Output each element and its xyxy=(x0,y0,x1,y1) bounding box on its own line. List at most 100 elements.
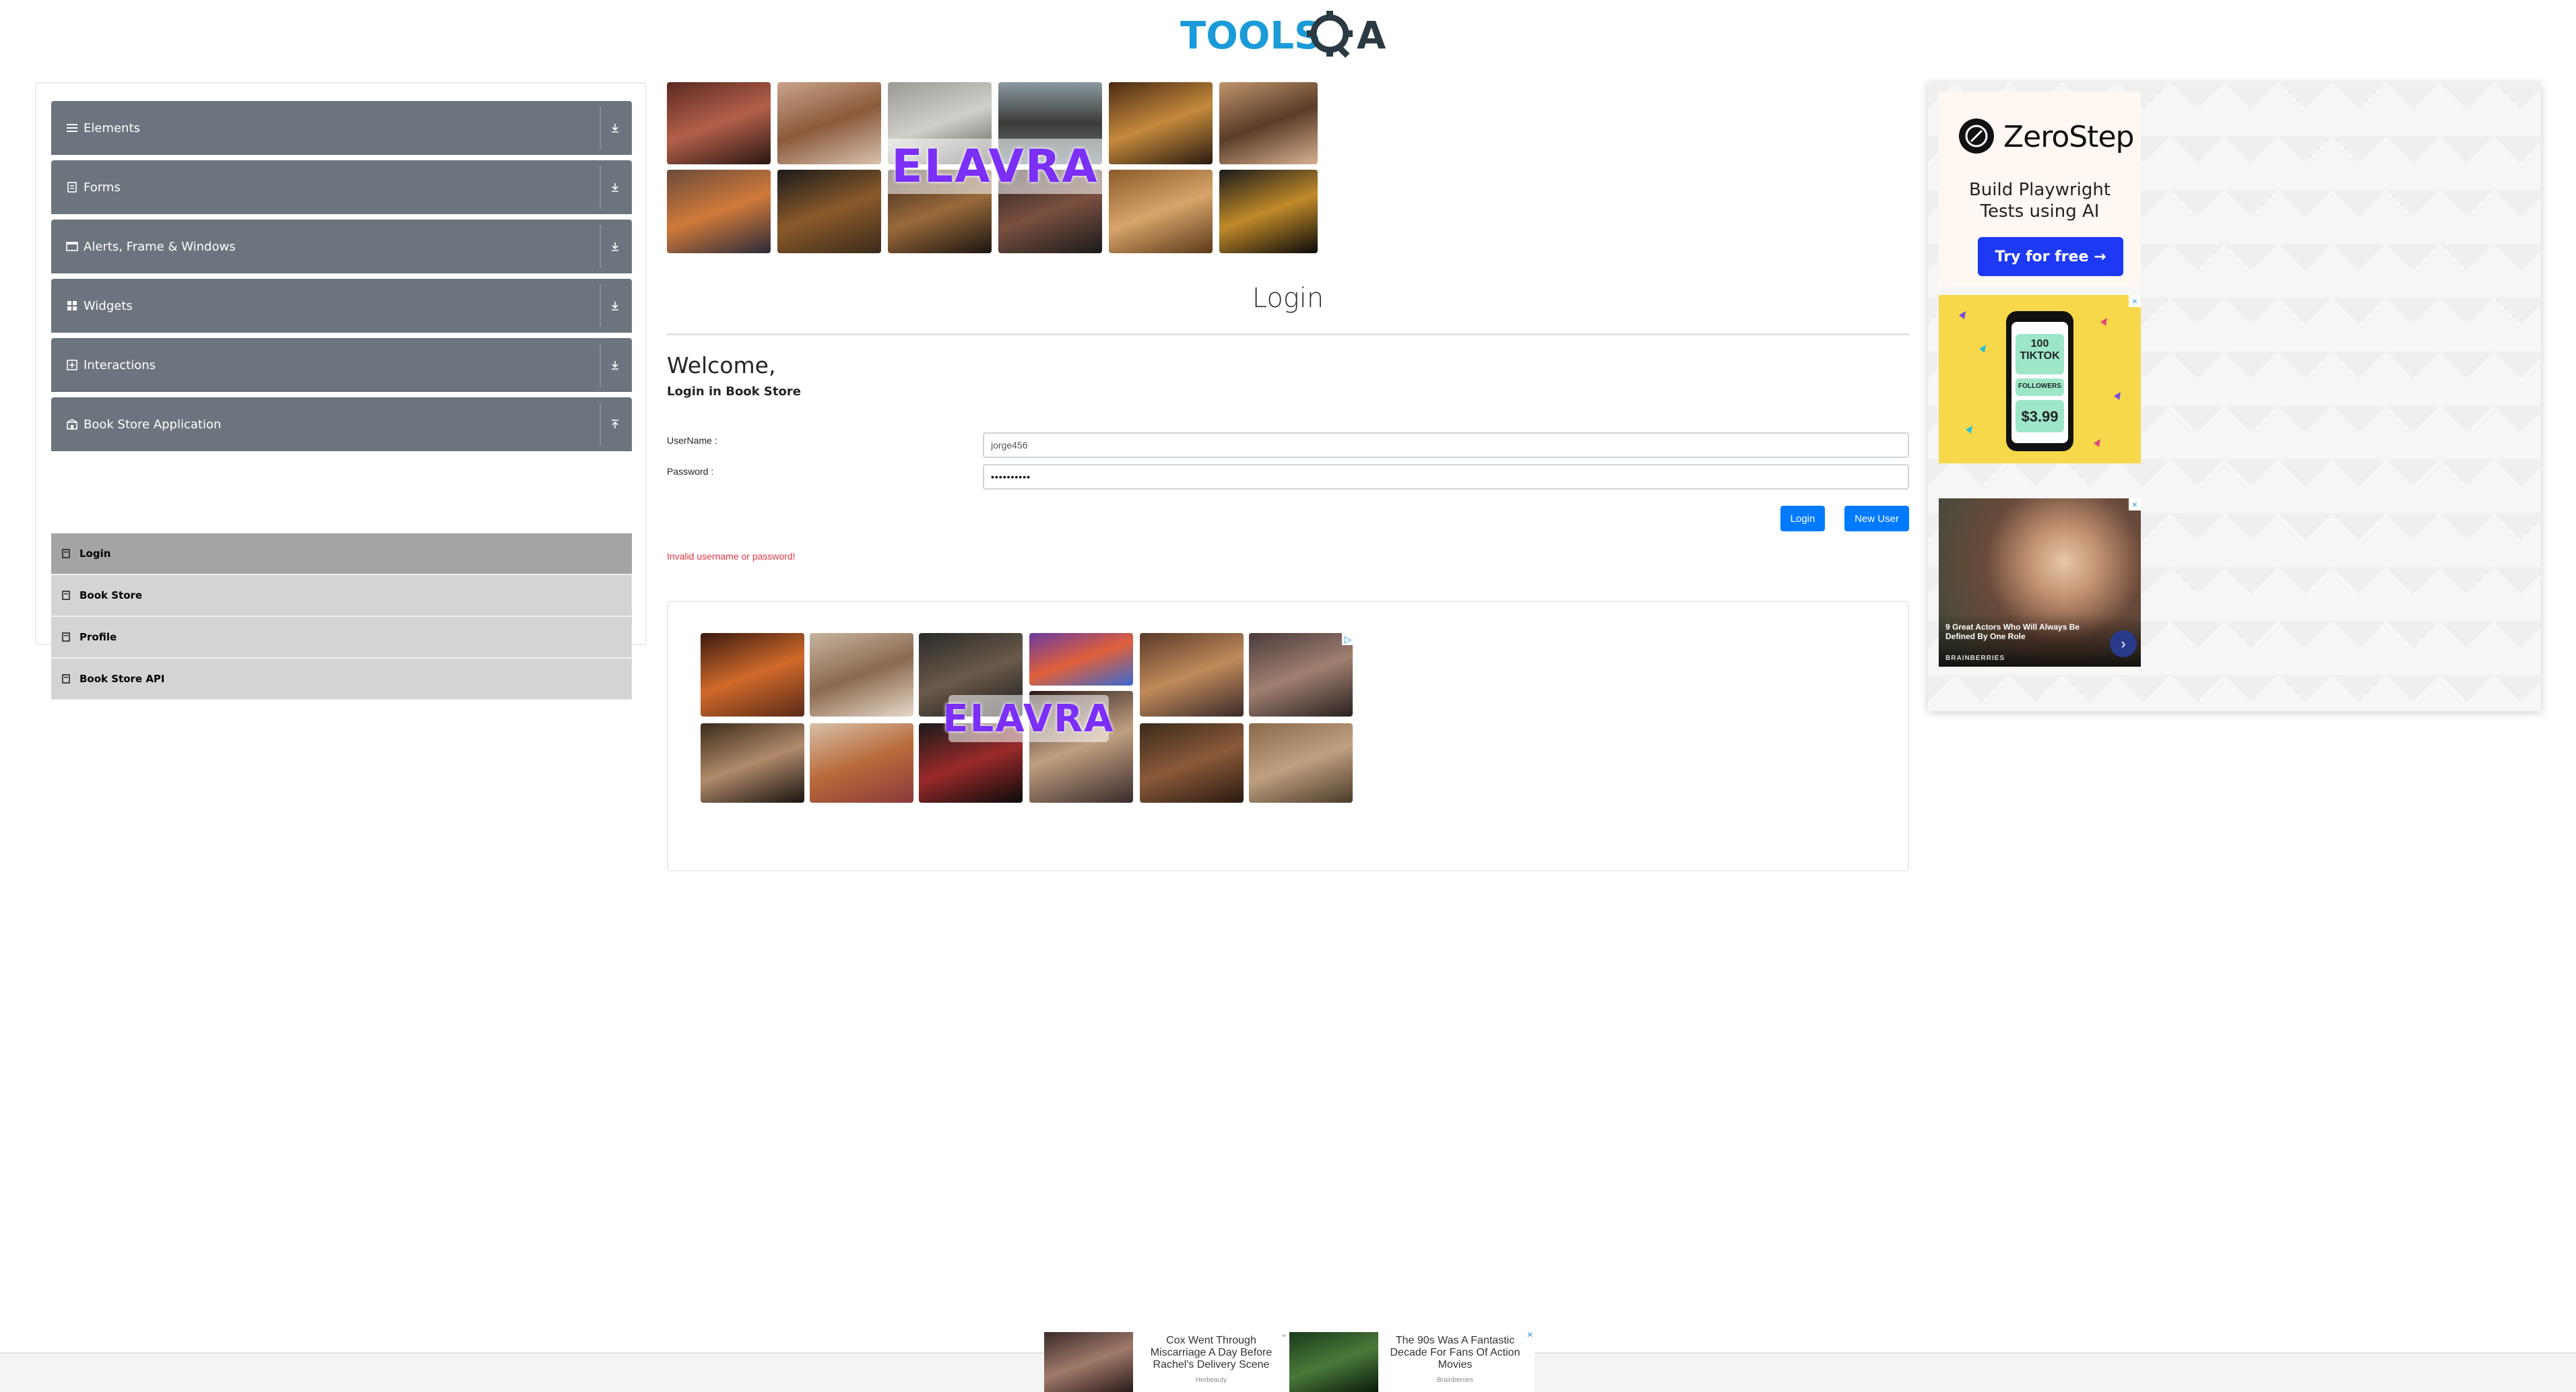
grid-icon xyxy=(62,300,82,311)
group-label: Interactions xyxy=(84,358,156,372)
celeb-headline: 9 Great Actors Who Will Always Be Define… xyxy=(1945,622,2080,641)
tiktok-app-name: TIKTOK xyxy=(2020,350,2060,362)
zerostep-ad[interactable]: ZeroStep Build Playwright Tests using AI… xyxy=(1939,92,2141,287)
zerostep-brand: ZeroStep xyxy=(2003,120,2134,154)
ad-image xyxy=(1249,633,1353,717)
group-book-store-application[interactable]: Book Store Application xyxy=(51,397,632,451)
ad-image xyxy=(777,82,881,164)
group-widgets[interactable]: Widgets xyxy=(51,279,632,333)
tiktok-ad-art xyxy=(1959,311,2121,451)
footer-ad[interactable]: Cox Went Through Miscarriage A Day Befor… xyxy=(1044,1328,1535,1392)
close-icon[interactable]: × xyxy=(1527,1329,1533,1341)
book-store-menu: Login Book Store Profile Book Store API xyxy=(51,533,632,700)
list-icon xyxy=(62,123,82,133)
ad-image xyxy=(667,82,771,164)
book-icon xyxy=(62,549,77,558)
ad-image xyxy=(1140,633,1244,717)
zerostep-tagline-line: Build Playwright xyxy=(1968,180,2111,200)
celebrity-article-ad[interactable]: 9 Great Actors Who Will Always Be Define… xyxy=(1939,498,2141,667)
password-label: Password : xyxy=(667,466,714,477)
inline-banner-ad[interactable]: ELAVRA ▷ xyxy=(701,633,1354,803)
interaction-icon xyxy=(62,360,82,370)
username-input[interactable] xyxy=(983,432,1909,458)
left-panel: Elements Forms Alerts, Frame & Windows W… xyxy=(35,82,647,700)
group-label: Forms xyxy=(84,180,121,195)
error-message: Invalid username or password! xyxy=(667,551,796,562)
page-title: Login xyxy=(1252,283,1324,314)
ad-image xyxy=(810,633,913,717)
book-icon xyxy=(62,632,77,642)
ad-brand-word: ELAVRA xyxy=(884,139,1106,194)
ad-image xyxy=(777,170,881,253)
form-icon xyxy=(62,182,82,193)
chevron-down-icon[interactable] xyxy=(600,225,629,268)
menu-item-book-store-api[interactable]: Book Store API xyxy=(51,659,632,700)
chevron-down-icon[interactable] xyxy=(600,284,629,327)
close-icon[interactable]: × xyxy=(2129,498,2141,510)
tiktok-count: 100 xyxy=(2030,338,2049,350)
ad-image xyxy=(1109,82,1213,164)
logo-text-a: A xyxy=(1357,14,1386,58)
ad-brand-word: ELAVRA xyxy=(942,695,1114,742)
chevron-down-icon[interactable] xyxy=(600,106,629,150)
book-icon xyxy=(62,591,77,600)
ad-image xyxy=(1249,723,1353,803)
ad-image xyxy=(1109,170,1213,253)
group-alerts-frame-windows[interactable]: Alerts, Frame & Windows xyxy=(51,220,632,273)
ad-image xyxy=(701,633,804,717)
top-banner-ad[interactable]: ELAVRA xyxy=(667,82,1318,253)
menu-item-label: Profile xyxy=(79,631,117,643)
footer-ad-source: Herbeauty xyxy=(1195,1377,1227,1384)
right-ads-panel: ZeroStep Build Playwright Tests using AI… xyxy=(1928,82,2541,711)
ad-image xyxy=(667,170,771,253)
group-label: Book Store Application xyxy=(84,417,222,432)
password-input[interactable] xyxy=(983,464,1909,490)
group-interactions[interactable]: Interactions xyxy=(51,338,632,392)
ad-image xyxy=(1219,82,1318,164)
new-user-button[interactable]: New User xyxy=(1844,506,1909,531)
ad-image xyxy=(1219,170,1318,253)
menu-item-book-store[interactable]: Book Store xyxy=(51,575,632,617)
group-forms[interactable]: Forms xyxy=(51,160,632,214)
menu-item-login[interactable]: Login xyxy=(51,533,632,575)
menu-item-label: Login xyxy=(79,548,111,560)
zerostep-tagline: Build Playwright Tests using AI xyxy=(1939,179,2141,222)
menu-item-label: Book Store xyxy=(79,589,143,601)
ad-image xyxy=(810,723,913,803)
chevron-down-icon[interactable] xyxy=(600,166,629,209)
ad-image xyxy=(1044,1332,1133,1392)
chevron-down-icon[interactable] xyxy=(600,343,629,387)
adchoices-icon[interactable]: ▷ xyxy=(1342,633,1354,645)
ad-image xyxy=(1029,633,1133,686)
toolsqa-logo[interactable]: TOOLS A xyxy=(1180,9,1398,62)
group-elements[interactable]: Elements xyxy=(51,101,632,155)
zerostep-logo-icon xyxy=(1959,119,1994,154)
tiktok-followers-ad[interactable]: 100 TIKTOK FOLLOWERS $3.99 × xyxy=(1939,295,2141,463)
logo-text-tools: TOOLS xyxy=(1180,14,1321,58)
menu-item-profile[interactable]: Profile xyxy=(51,617,632,659)
try-for-free-button[interactable]: Try for free → xyxy=(1978,237,2123,276)
ad-image xyxy=(1140,723,1244,803)
menu-item-label: Book Store API xyxy=(79,673,165,685)
divider xyxy=(667,333,1909,335)
footer-ad-source: Brainberries xyxy=(1437,1377,1473,1384)
celeb-source: BRAINBERRIES xyxy=(1945,655,2005,662)
footer-ad-headline: The 90s Was A Fantastic Decade For Fans … xyxy=(1390,1335,1520,1370)
close-icon[interactable]: × xyxy=(2129,295,2141,307)
book-icon xyxy=(62,674,77,684)
chevron-up-icon[interactable] xyxy=(600,403,629,446)
ad-image xyxy=(701,723,804,803)
window-icon xyxy=(62,242,82,251)
collapse-chevron-icon[interactable]: ⌄ xyxy=(1280,1328,1288,1339)
username-label: UserName : xyxy=(667,435,717,446)
group-label: Alerts, Frame & Windows xyxy=(84,239,236,254)
login-subtitle: Login in Book Store xyxy=(667,385,801,399)
welcome-heading: Welcome, xyxy=(667,352,776,378)
footer-ad-headline: Cox Went Through Miscarriage A Day Befor… xyxy=(1150,1335,1273,1370)
ad-image xyxy=(1289,1332,1378,1392)
next-arrow-icon[interactable]: › xyxy=(2110,630,2137,657)
zerostep-tagline-line: Tests using AI xyxy=(1980,201,2100,222)
login-button[interactable]: Login xyxy=(1780,506,1825,531)
bookstore-icon xyxy=(62,419,82,430)
tiktok-price: $3.99 xyxy=(2021,408,2059,425)
